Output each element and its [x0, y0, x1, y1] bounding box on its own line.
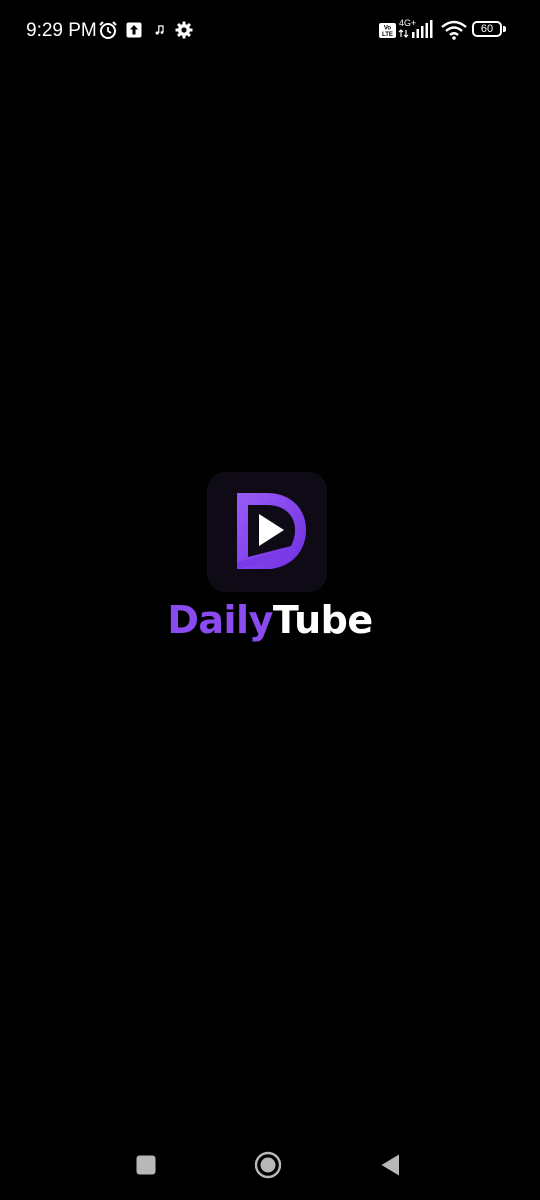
recents-button[interactable] [116, 1130, 176, 1200]
network-type-label: 4G+ [399, 18, 416, 28]
back-icon [381, 1154, 399, 1176]
volte-icon: Vo LTE [378, 19, 396, 41]
navigation-bar [0, 1130, 540, 1200]
svg-text:Vo: Vo [383, 25, 391, 31]
signal-icon: 4G+ [398, 16, 438, 42]
home-icon [254, 1151, 282, 1179]
battery-icon: 60 [472, 21, 502, 37]
battery-level: 60 [480, 23, 494, 35]
svg-text:LTE: LTE [382, 32, 393, 38]
wifi-icon [441, 19, 467, 41]
app-logo [207, 472, 327, 592]
settings-gear-icon [174, 19, 194, 41]
status-bar: 9:29 PM Vo LTE 4G+ 60 [0, 0, 540, 60]
status-time: 9:29 PM [26, 20, 97, 41]
home-button[interactable] [238, 1130, 298, 1200]
dailytube-logo-icon [237, 493, 306, 569]
app-name-daily: Daily [167, 598, 273, 642]
battery-tip [503, 26, 506, 32]
app-name-tube: Tube [272, 598, 373, 642]
music-note-icon [153, 19, 165, 41]
app-name: DailyTube [0, 596, 540, 644]
alarm-icon [97, 19, 119, 41]
back-button[interactable] [360, 1130, 420, 1200]
recents-icon [136, 1155, 156, 1175]
upload-icon [125, 19, 143, 41]
